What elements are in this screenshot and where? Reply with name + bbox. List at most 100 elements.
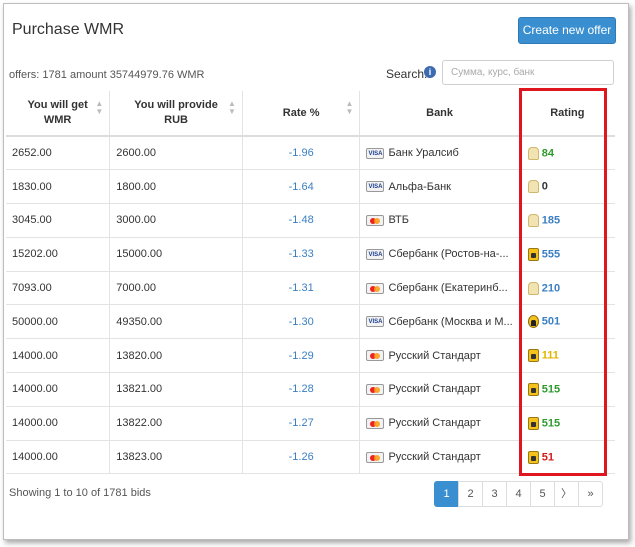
column-header-get[interactable]: You will get WMR ▲ ▼: [6, 91, 111, 137]
cell-rating: 515: [518, 405, 615, 441]
cell-get: 14000.00: [6, 405, 111, 441]
column-header-rating: Rating: [518, 91, 615, 137]
cell-bank: Сбербанк (Екатеринб...: [359, 270, 520, 306]
pagination: 1 2 3 4 5 〉»: [434, 481, 603, 507]
table-row[interactable]: 2652.002600.00-1.96 Банк Уралсиб 84: [6, 135, 615, 171]
page-button-1[interactable]: 1: [434, 481, 459, 507]
create-offer-button[interactable]: Create new offer: [518, 17, 616, 44]
column-header-rate[interactable]: Rate % ▲ ▼: [241, 91, 361, 137]
rating-score: 51: [541, 451, 554, 464]
bank-name: Сбербанк (Екатеринб...: [388, 282, 508, 295]
table-row[interactable]: 14000.00 13822.00 -1.27 Русский Стандарт 515: [6, 405, 615, 441]
cell-bank: Русский Стандарт: [359, 338, 520, 374]
bank-name: Русский Стандарт: [388, 451, 481, 464]
rating-score: 515: [541, 383, 561, 396]
rating-badge-icon: [527, 416, 539, 430]
sort-icon: ▲ ▼: [95, 99, 104, 116]
info-icon[interactable]: i: [424, 66, 436, 78]
cell-bank: Банк Уралсиб: [359, 135, 520, 171]
cell-rating: 515: [518, 372, 615, 407]
cell-get: 15202.00: [6, 236, 111, 272]
bank-name: Русский Стандарт: [388, 383, 481, 396]
rating-badge-icon: [527, 450, 539, 464]
cell-get: 1830.00: [6, 169, 111, 205]
cell-rate: -1.28: [241, 372, 361, 407]
cell-bank: Сбербанк (Москва и М...: [359, 304, 520, 340]
mastercard-icon: [366, 384, 385, 396]
cell-provide: 15000.00: [109, 236, 243, 272]
cell-bank: Русский Стандарт: [359, 439, 520, 475]
table-row[interactable]: 7093.00 7000.00 -1.31 Сбербанк (Екатеринб..…: [6, 270, 615, 306]
cell-provide: 3000.00: [109, 203, 243, 238]
table-header-row: You will get WMR ▲ ▼ You will provide RUB…: [6, 91, 615, 137]
cell-get: 50000.00: [6, 304, 111, 340]
cell-rate: -1.30: [241, 304, 361, 340]
cell-rating: 210: [518, 270, 615, 306]
table-row[interactable]: 14000.00 13821.00 -1.28 Русский Стандарт 515: [6, 372, 615, 407]
table-row[interactable]: 50000.0049350.00-1.30 Сбербанк (Москва и …: [6, 304, 615, 340]
page-button-3[interactable]: 3: [482, 481, 507, 507]
page-next-button[interactable]: 〉: [554, 481, 579, 507]
cell-rating: 51: [518, 439, 615, 475]
table-row[interactable]: 15202.0015000.00-1.33 Сбербанк (Ростов-на…: [6, 236, 615, 272]
visa-card-icon: [366, 248, 385, 260]
cell-rating: 0: [518, 169, 615, 205]
cell-get: 14000.00: [6, 372, 111, 407]
pagination-info: Showing 1 to 10 of 1781 bids: [9, 487, 151, 499]
cell-provide: 49350.00: [109, 304, 243, 340]
cell-provide: 7000.00: [109, 270, 243, 306]
bank-name: Альфа-Банк: [388, 180, 451, 193]
cell-rate: -1.27: [241, 405, 361, 441]
cell-provide: 13821.00: [109, 372, 243, 407]
cell-provide: 1800.00: [109, 169, 243, 205]
cell-rate: -1.31: [241, 270, 361, 306]
cell-rating: 185: [518, 203, 615, 238]
cell-rate: -1.29: [241, 338, 361, 374]
cell-get: 7093.00: [6, 270, 111, 306]
panel-header: Purchase WMR Create new offer: [4, 4, 628, 54]
rating-score: 501: [541, 315, 561, 328]
column-header-bank: Bank: [359, 91, 520, 137]
rating-score: 515: [541, 417, 561, 430]
cell-rating: 111: [518, 338, 615, 374]
rating-score: 555: [541, 248, 561, 261]
mastercard-icon: [366, 417, 385, 429]
rating-badge-icon: [527, 247, 539, 261]
bank-name: Сбербанк (Ростов-на-...: [388, 248, 509, 261]
offers-table: You will get WMR ▲ ▼ You will provide RUB…: [6, 91, 615, 475]
cell-provide: 13823.00: [109, 439, 243, 475]
column-header-provide[interactable]: You will provide RUB ▲ ▼: [109, 91, 243, 137]
page-button-5[interactable]: 5: [530, 481, 555, 507]
rating-badge-icon: [527, 146, 539, 160]
rating-badge-icon: [527, 315, 539, 329]
cell-bank: ВТБ: [359, 203, 520, 238]
mastercard-icon: [366, 350, 385, 362]
mastercard-icon: [366, 451, 385, 463]
page-title: Purchase WMR: [12, 21, 125, 38]
cell-rate: -1.26: [241, 439, 361, 475]
bank-name: Сбербанк (Москва и М...: [388, 315, 513, 328]
visa-card-icon: [366, 316, 385, 328]
page-button-4[interactable]: 4: [506, 481, 531, 507]
offers-summary: offers: 1781 amount 35744979.76 WMR: [9, 69, 205, 81]
bank-name: Русский Стандарт: [388, 349, 481, 362]
cell-bank: Сбербанк (Ростов-на-...: [359, 236, 520, 272]
bank-name: ВТБ: [388, 214, 409, 227]
cell-get: 2652.00: [6, 135, 111, 171]
table-row[interactable]: 1830.001800.00-1.64 Альфа-Банк 0: [6, 169, 615, 205]
rating-badge-icon: [527, 180, 539, 194]
rating-score: 0: [541, 180, 548, 193]
bank-name: Банк Уралсиб: [388, 147, 459, 160]
cell-rating: 501: [518, 304, 615, 340]
cell-bank: Русский Стандарт: [359, 405, 520, 441]
sort-icon: ▲ ▼: [345, 99, 354, 116]
page-button-2[interactable]: 2: [458, 481, 483, 507]
cell-rate: -1.96: [241, 135, 361, 171]
table-row[interactable]: 3045.00 3000.00 -1.48 ВТБ 185: [6, 203, 615, 238]
page-last-button[interactable]: »: [578, 481, 603, 507]
search-input[interactable]: [442, 60, 614, 85]
table-row[interactable]: 14000.00 13820.00 -1.29 Русский Стандарт 111: [6, 338, 615, 374]
table-row[interactable]: 14000.00 13823.00 -1.26 Русский Стандарт 51: [6, 439, 615, 475]
visa-card-icon: [366, 147, 385, 159]
rating-score: 111: [541, 349, 559, 362]
